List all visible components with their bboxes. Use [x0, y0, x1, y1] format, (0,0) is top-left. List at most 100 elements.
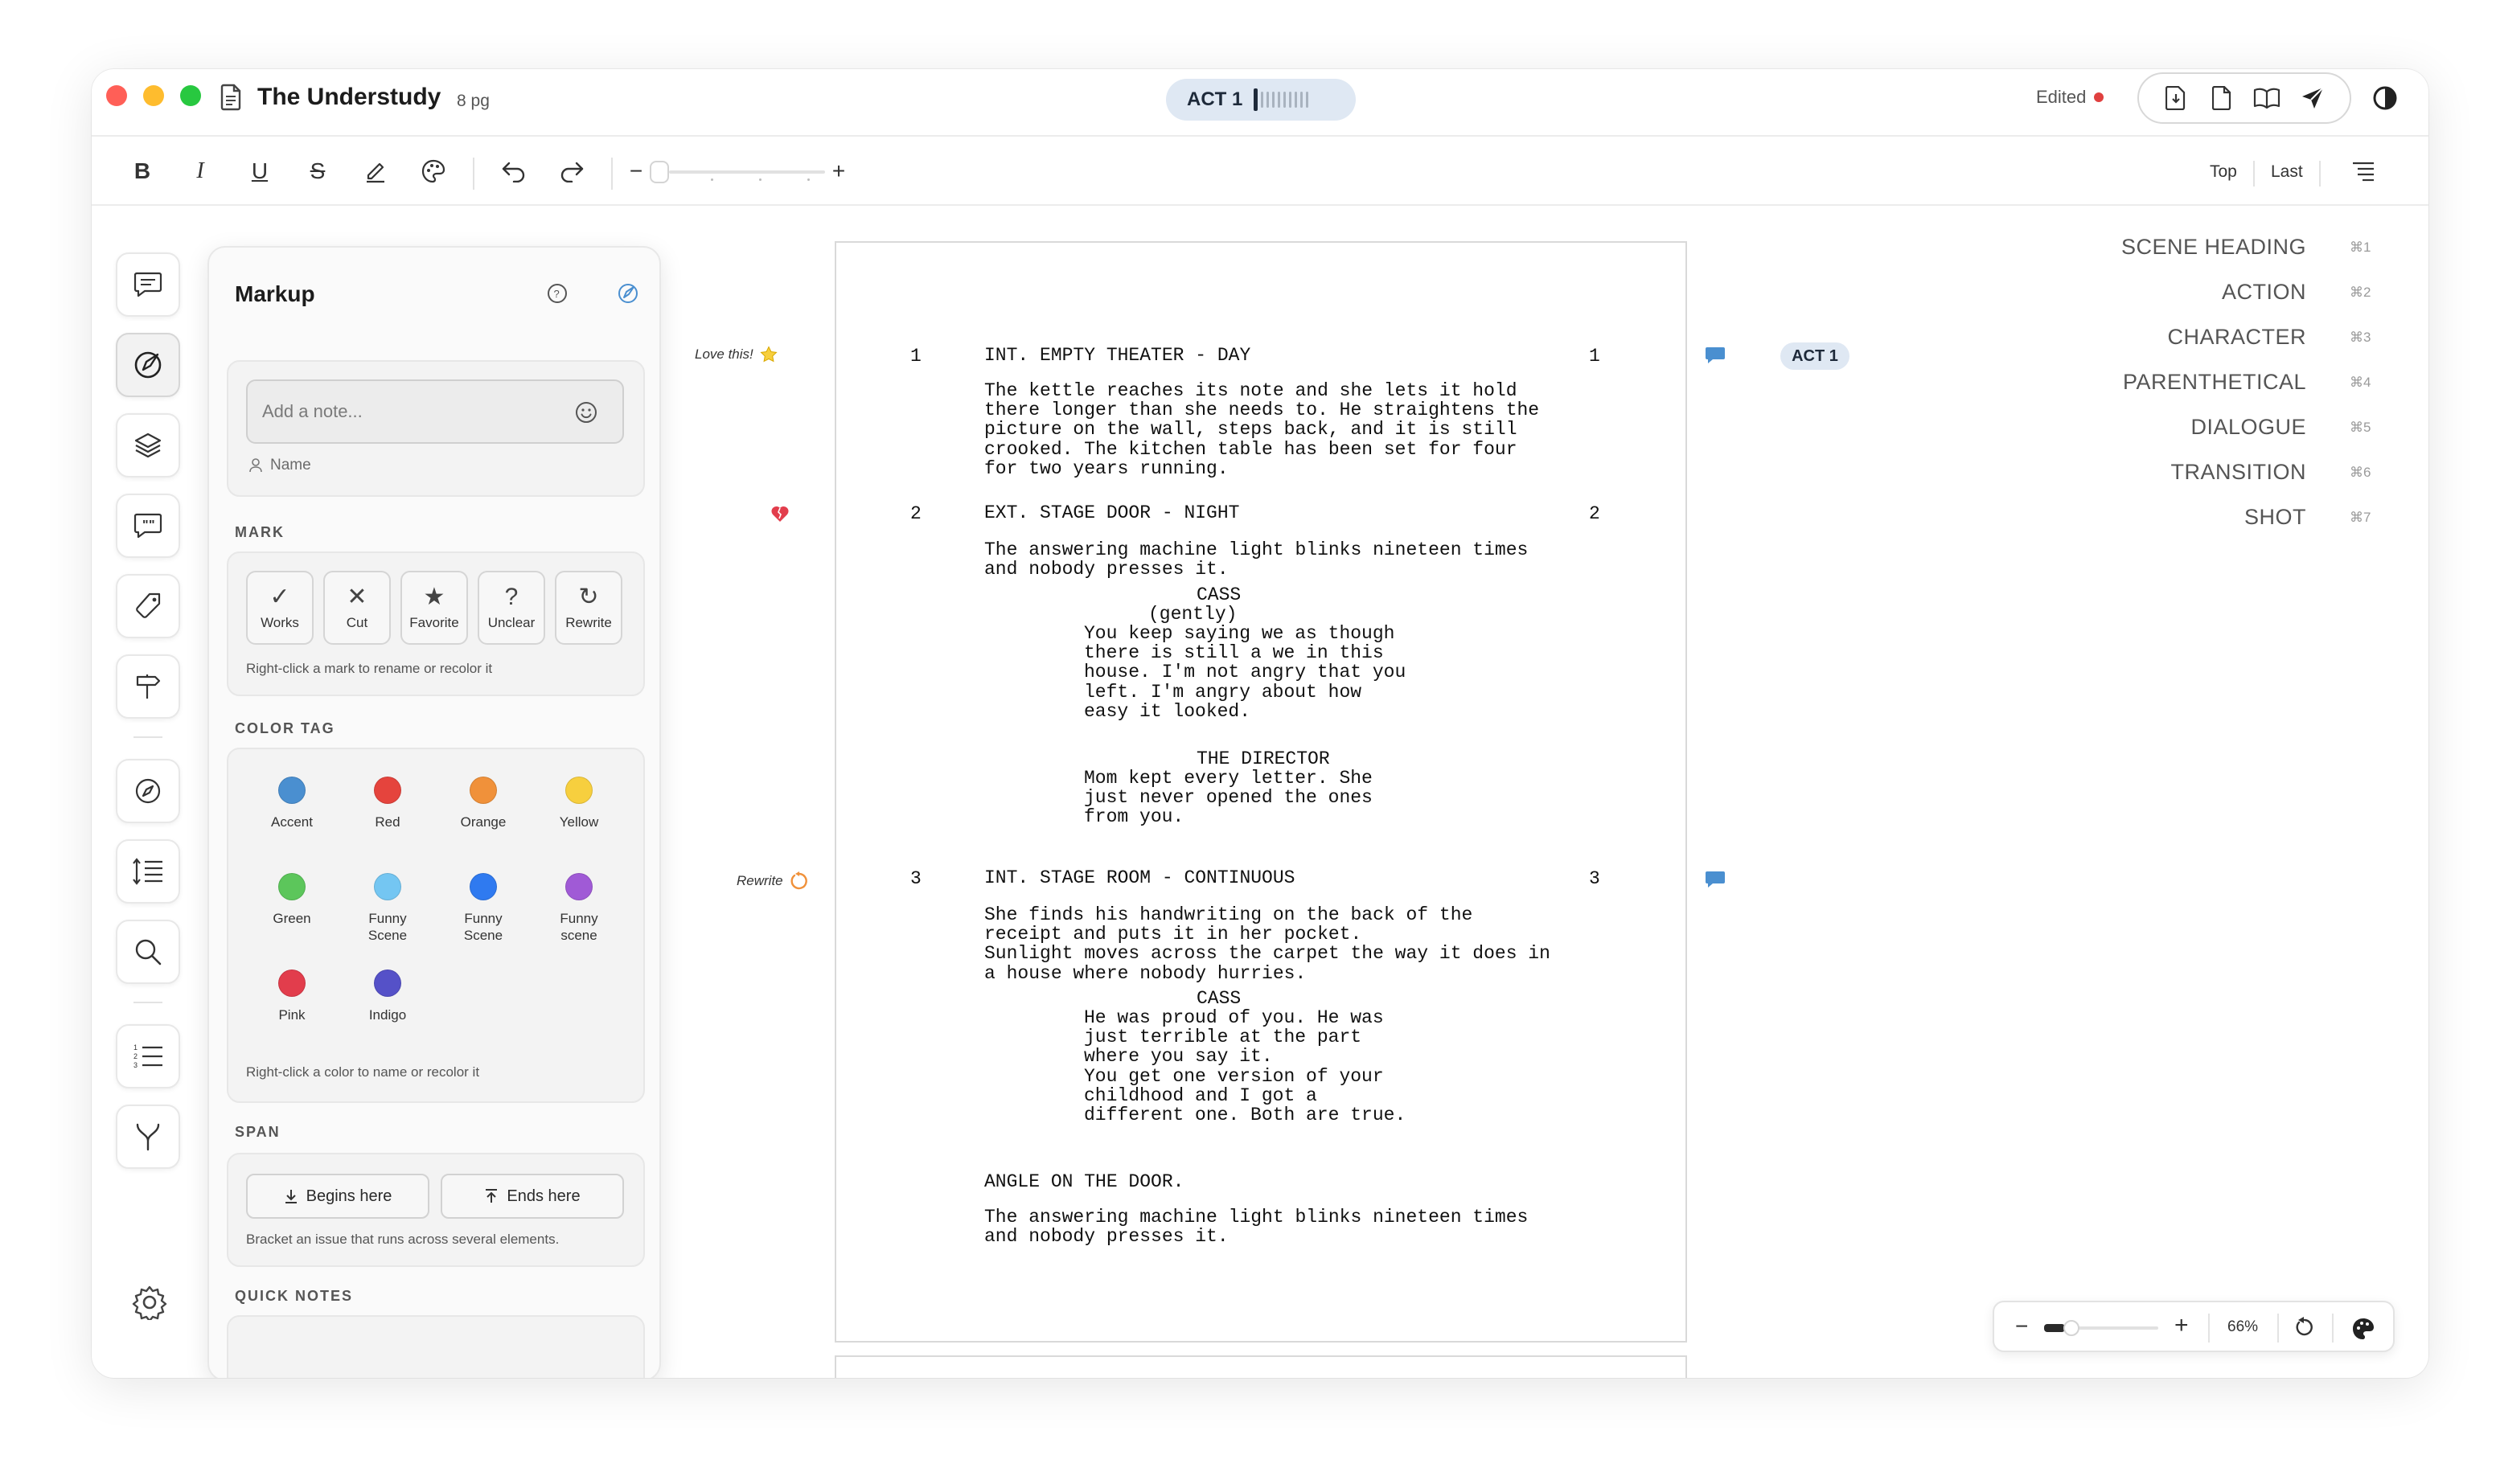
color-green[interactable]: Green — [248, 873, 336, 927]
act-navigator[interactable]: ACT 1 — [1166, 79, 1356, 121]
zoom-percent[interactable]: 66% — [2227, 1318, 2258, 1336]
element-parenthetical[interactable]: PARENTHETICAL — [2123, 370, 2306, 395]
scene-heading[interactable]: INT. STAGE ROOM - CONTINUOUS — [984, 868, 1295, 888]
jump-top-button[interactable]: Top — [2210, 162, 2237, 182]
palette-icon[interactable] — [415, 153, 452, 190]
document-title[interactable]: The Understudy — [257, 84, 441, 111]
text-zoom-in-button[interactable]: + — [820, 153, 857, 190]
comments-panel-button[interactable] — [116, 252, 180, 317]
minimize-window-button[interactable] — [143, 85, 164, 106]
send-icon[interactable] — [2299, 84, 2326, 112]
color-pink[interactable]: Pink — [248, 970, 336, 1023]
color-indigo[interactable]: Indigo — [343, 970, 432, 1023]
dialogue-block[interactable]: You keep saying we as though there is st… — [1084, 624, 1406, 721]
zoom-in-button[interactable]: + — [2174, 1312, 2189, 1339]
book-icon[interactable] — [2253, 84, 2280, 112]
signpost-panel-button[interactable] — [116, 654, 180, 719]
scene-heading[interactable]: EXT. STAGE DOOR - NIGHT — [984, 503, 1239, 523]
redo-icon[interactable] — [553, 153, 590, 190]
character-cue[interactable]: THE DIRECTOR — [1197, 749, 1330, 769]
mark-favorite-button[interactable]: ★ Favorite — [400, 571, 468, 645]
underline-button[interactable]: U — [241, 153, 278, 190]
markup-panel-button[interactable] — [116, 333, 180, 397]
mark-unclear-button[interactable]: ? Unclear — [478, 571, 545, 645]
character-cue[interactable]: CASS — [1197, 989, 1241, 1008]
note-input[interactable] — [246, 379, 624, 444]
color-yellow[interactable]: Yellow — [535, 777, 623, 830]
branches-button[interactable] — [116, 1105, 180, 1169]
color-red[interactable]: Red — [343, 777, 432, 830]
script-page[interactable]: 1 INT. EMPTY THEATER - DAY 1 The kettle … — [835, 241, 1687, 1343]
page-zoom-knob[interactable] — [2063, 1320, 2079, 1336]
margin-note-love[interactable]: Love this! — [695, 346, 778, 363]
mark-hint: Right-click a mark to rename or recolor … — [246, 661, 493, 676]
color-accent[interactable]: Accent — [248, 777, 336, 830]
broken-heart-icon[interactable] — [770, 505, 790, 523]
zoom-window-button[interactable] — [180, 85, 201, 106]
theme-palette-icon[interactable] — [2351, 1317, 2375, 1341]
highlighter-icon[interactable] — [357, 153, 394, 190]
reset-zoom-icon[interactable] — [2293, 1317, 2316, 1339]
mark-works-button[interactable]: ✓ Works — [246, 571, 314, 645]
color-orange[interactable]: Orange — [439, 777, 528, 830]
quotes-panel-button[interactable]: " " — [116, 494, 180, 558]
compass-icon — [135, 778, 161, 804]
contrast-icon[interactable] — [2371, 84, 2400, 113]
span-ends-button[interactable]: Ends here — [441, 1174, 624, 1219]
element-character[interactable]: CHARACTER — [2167, 325, 2306, 350]
emoji-icon[interactable] — [574, 400, 598, 424]
bold-button[interactable]: B — [124, 153, 161, 190]
text-zoom-slider-knob[interactable] — [650, 161, 669, 183]
author-name-row[interactable]: Name — [249, 457, 311, 474]
shot[interactable]: ANGLE ON THE DOOR. — [984, 1172, 1184, 1191]
undo-icon[interactable] — [495, 153, 532, 190]
act-marker-chip[interactable]: ACT 1 — [1780, 342, 1849, 370]
settings-gear-icon[interactable] — [132, 1285, 167, 1320]
color-funny-scene-light[interactable]: Funny Scene — [343, 873, 432, 945]
page-view-icon[interactable] — [2208, 84, 2235, 112]
margin-note-rewrite[interactable]: Rewrite — [737, 871, 809, 891]
export-pdf-icon[interactable] — [2162, 84, 2190, 112]
action-block[interactable]: She finds his handwriting on the back of… — [984, 905, 1550, 983]
dialogue-block[interactable]: He was proud of you. He was just terribl… — [1084, 1008, 1406, 1125]
help-icon[interactable]: ? — [545, 281, 569, 305]
action-block[interactable]: The answering machine light blinks ninet… — [984, 540, 1528, 580]
tags-panel-button[interactable] — [116, 574, 180, 638]
layers-panel-button[interactable] — [116, 413, 180, 478]
span-section-label: SPAN — [235, 1124, 281, 1140]
italic-button[interactable]: I — [182, 153, 219, 190]
element-dialogue[interactable]: DIALOGUE — [2190, 415, 2306, 440]
element-transition[interactable]: TRANSITION — [2170, 460, 2306, 485]
dialogue-block[interactable]: Mom kept every letter. She just never op… — [1084, 769, 1373, 827]
search-panel-button[interactable] — [116, 920, 180, 984]
action-block[interactable]: The answering machine light blinks ninet… — [984, 1207, 1528, 1247]
person-icon — [249, 458, 262, 473]
text-zoom-slider[interactable] — [669, 170, 825, 174]
comment-marker-icon[interactable] — [1705, 870, 1726, 889]
color-funny-scene-blue[interactable]: Funny Scene — [439, 873, 528, 945]
line-spacing-button[interactable] — [116, 839, 180, 904]
outline-menu-icon[interactable] — [2345, 153, 2382, 190]
element-shot[interactable]: SHOT — [2244, 505, 2306, 530]
strikethrough-button[interactable]: S — [299, 153, 336, 190]
jump-last-button[interactable]: Last — [2271, 162, 2303, 182]
markup-panel: Markup ? Name MARK ✓ Works ✕ Cut — [207, 246, 661, 1378]
close-window-button[interactable] — [106, 85, 127, 106]
scene-heading[interactable]: INT. EMPTY THEATER - DAY — [984, 346, 1250, 365]
span-begins-button[interactable]: Begins here — [246, 1174, 429, 1219]
comment-marker-icon[interactable] — [1705, 346, 1726, 365]
star-icon — [760, 346, 778, 363]
element-scene-heading[interactable]: SCENE HEADING — [2121, 235, 2306, 260]
mark-rewrite-button[interactable]: ↻ Rewrite — [555, 571, 622, 645]
scene-list-button[interactable]: 123 — [116, 1024, 180, 1088]
element-action[interactable]: ACTION — [2222, 280, 2306, 305]
character-cue[interactable]: CASS — [1197, 585, 1241, 605]
next-script-page[interactable] — [835, 1355, 1687, 1378]
parenthetical[interactable]: (gently) — [1148, 605, 1237, 624]
navigator-panel-button[interactable] — [116, 759, 180, 823]
action-block[interactable]: The kettle reaches its note and she lets… — [984, 381, 1539, 478]
markup-mode-icon[interactable] — [616, 281, 640, 305]
mark-cut-button[interactable]: ✕ Cut — [323, 571, 391, 645]
color-funny-scene-purple[interactable]: Funny scene — [535, 873, 623, 945]
zoom-out-button[interactable]: − — [2015, 1314, 2028, 1339]
